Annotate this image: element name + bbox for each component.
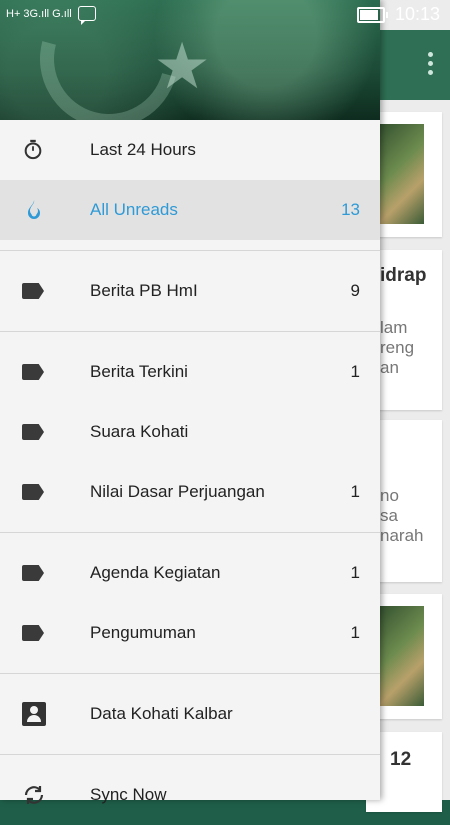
menu-item-data-kohati-kalbar[interactable]: Data Kohati Kalbar bbox=[0, 684, 380, 744]
divider bbox=[0, 754, 380, 755]
article-snippet: reng bbox=[380, 338, 415, 357]
tag-icon bbox=[22, 360, 48, 384]
menu-label: Suara Kohati bbox=[90, 422, 189, 441]
divider bbox=[0, 250, 380, 251]
menu-item-agenda-kegiatan[interactable]: Agenda Kegiatan 1 bbox=[0, 543, 380, 603]
unread-count: 13 bbox=[341, 200, 360, 219]
menu-item-berita-terkini[interactable]: Berita Terkini 1 bbox=[0, 342, 380, 402]
tag-icon bbox=[22, 420, 48, 444]
battery-icon bbox=[356, 6, 388, 23]
menu-label: Sync Now bbox=[90, 785, 167, 804]
divider bbox=[0, 331, 380, 332]
menu-item-all-unreads[interactable]: All Unreads 13 bbox=[0, 180, 380, 240]
menu-item-pengumuman[interactable]: Pengumuman 1 bbox=[0, 603, 380, 663]
tag-icon bbox=[22, 561, 48, 585]
status-bar: H+ 3G.ıll G.ıll 10:13 bbox=[0, 0, 450, 30]
stopwatch-icon bbox=[22, 138, 48, 162]
article-snippet: lam bbox=[380, 318, 408, 337]
clock: 10:13 bbox=[394, 4, 440, 24]
menu-label: Data Kohati Kalbar bbox=[90, 704, 233, 723]
menu-item-sync-now[interactable]: Sync Now bbox=[0, 765, 380, 825]
article-snippet: no bbox=[380, 486, 399, 505]
message-notification-icon bbox=[77, 6, 96, 25]
unread-count: 1 bbox=[350, 563, 360, 582]
menu-label: Berita Terkini bbox=[90, 362, 188, 381]
menu-label: Last 24 Hours bbox=[90, 140, 196, 159]
article-snippet: an bbox=[380, 358, 399, 377]
article-title: 12 bbox=[390, 749, 412, 770]
unread-count: 1 bbox=[350, 362, 360, 381]
star-graphic: ★ bbox=[153, 30, 211, 102]
article-snippet: narah bbox=[380, 526, 424, 545]
menu-label: Agenda Kegiatan bbox=[90, 563, 221, 582]
menu-label: All Unreads bbox=[90, 200, 178, 219]
menu-label: Nilai Dasar Perjuangan bbox=[90, 482, 265, 501]
contact-icon bbox=[22, 702, 48, 726]
signal-indicators: H+ 3G.ıll G.ıll bbox=[6, 6, 96, 25]
menu-item-nilai-dasar-perjuangan[interactable]: Nilai Dasar Perjuangan 1 bbox=[0, 462, 380, 522]
menu-label: Berita PB HmI bbox=[90, 281, 198, 300]
menu-item-suara-kohati[interactable]: Suara Kohati bbox=[0, 402, 380, 462]
sync-icon bbox=[22, 783, 48, 807]
battery-level bbox=[359, 9, 378, 20]
signal-text: H+ 3G.ıll G.ıll bbox=[6, 7, 72, 20]
navigation-drawer: ★ Last 24 Hours All Unreads 13 Berita PB… bbox=[0, 0, 380, 804]
unread-count: 9 bbox=[350, 281, 360, 300]
article-title: idrap bbox=[380, 265, 427, 286]
tag-icon bbox=[22, 279, 48, 303]
article-snippet: sa bbox=[380, 506, 398, 525]
divider bbox=[0, 532, 380, 533]
overflow-menu-icon[interactable] bbox=[428, 52, 434, 75]
menu-item-last-24-hours[interactable]: Last 24 Hours bbox=[0, 120, 380, 180]
tag-icon bbox=[22, 621, 48, 645]
menu-label: Pengumuman bbox=[90, 623, 196, 642]
menu-item-berita-pb-hmi[interactable]: Berita PB HmI 9 bbox=[0, 261, 380, 321]
unread-count: 1 bbox=[350, 482, 360, 501]
flame-icon bbox=[22, 198, 48, 222]
divider bbox=[0, 673, 380, 674]
drawer-menu: Last 24 Hours All Unreads 13 Berita PB H… bbox=[0, 120, 380, 825]
tag-icon bbox=[22, 480, 48, 504]
unread-count: 1 bbox=[350, 623, 360, 642]
